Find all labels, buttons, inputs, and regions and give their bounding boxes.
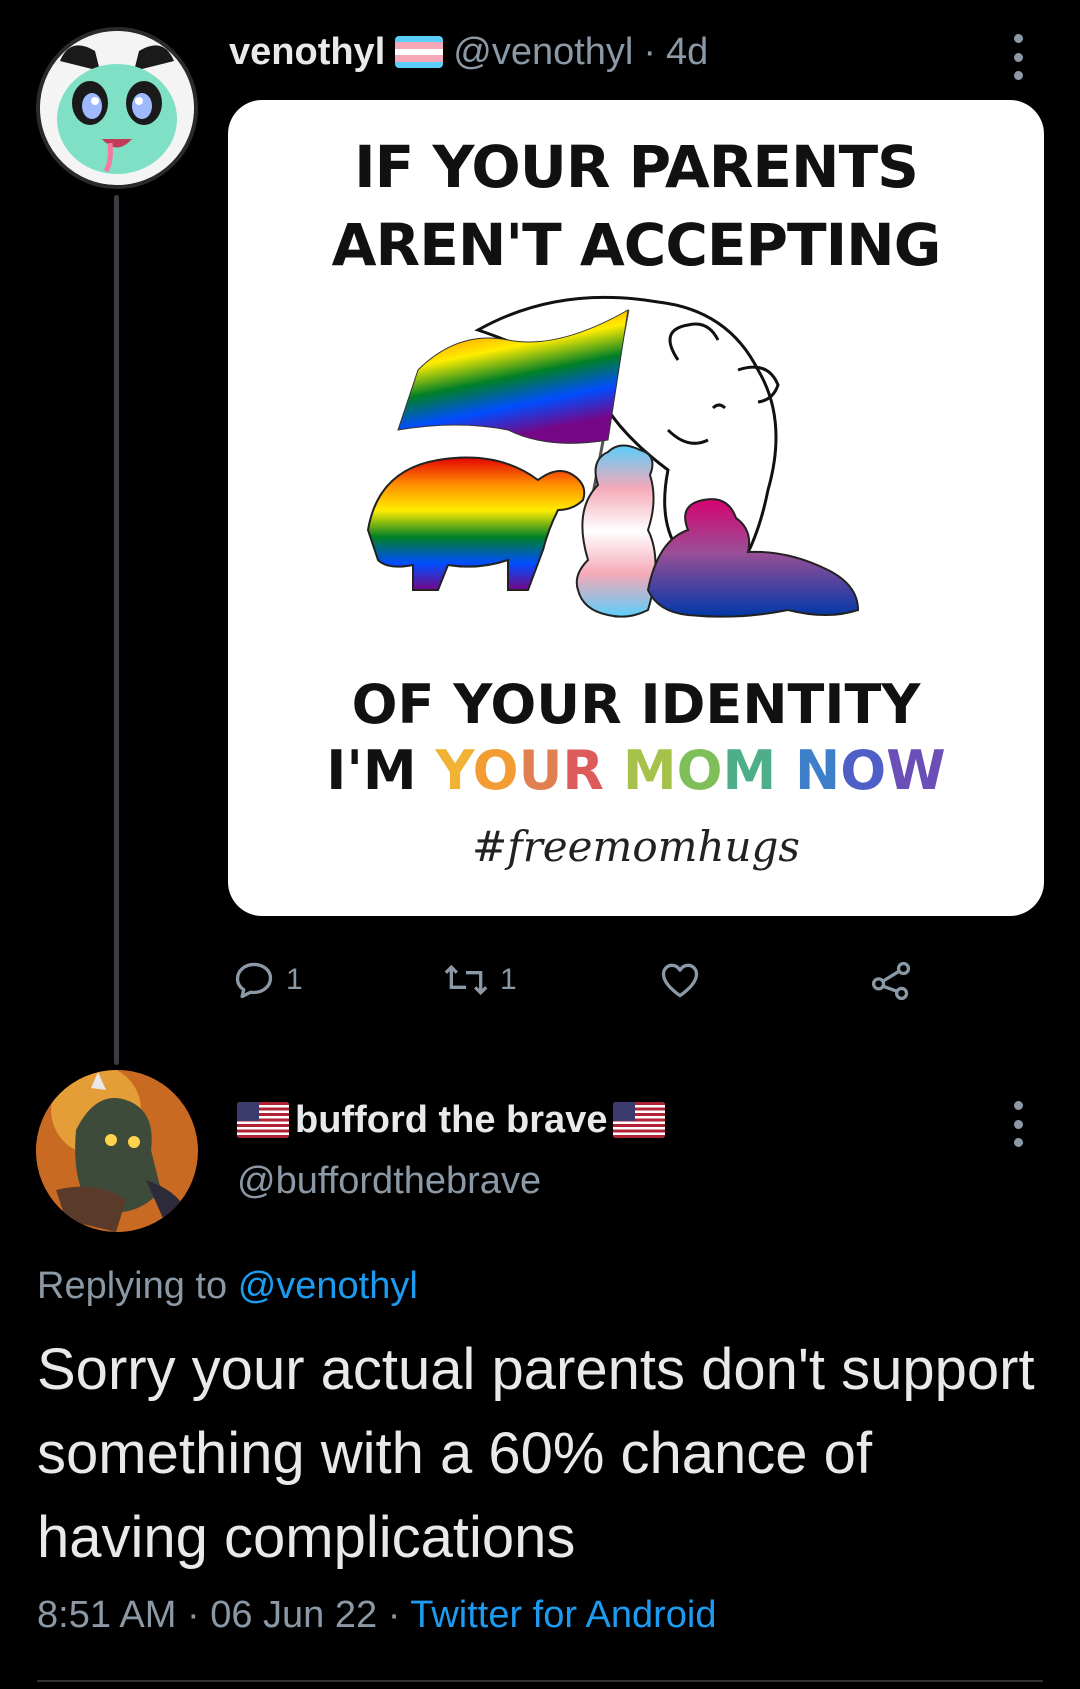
pride-bears-illustration (366, 295, 860, 618)
retweet-button[interactable]: 1 (442, 952, 517, 1008)
rainbow-letter: Y (435, 739, 473, 802)
rainbow-letter: U (518, 739, 563, 802)
tweet-text: Sorry your actual parents don't support … (37, 1337, 1035, 1570)
meme-caption-bottom: OF YOUR IDENTITY I'M YOUR MOM NOW (228, 672, 1044, 804)
user-handle[interactable]: @venothyl (453, 31, 633, 74)
divider (37, 1680, 1043, 1682)
meme-line: IF YOUR PARENTS (354, 133, 919, 201)
thread-connector-line (114, 195, 119, 1065)
tweet-age[interactable]: 4d (666, 31, 708, 74)
display-name: bufford the brave (295, 1098, 608, 1141)
meme-rainbow-line: I'M YOUR MOM NOW (228, 738, 1044, 804)
tweet-time[interactable]: 8:51 AM (37, 1594, 176, 1636)
cartoon-avatar-icon (40, 31, 194, 185)
meme-caption-top: IF YOUR PARENTS AREN'T ACCEPTING (228, 128, 1044, 284)
tweet-date[interactable]: 06 Jun 22 (210, 1594, 377, 1636)
tweet-metadata: 8:51 AM · 06 Jun 22 · Twitter for Androi… (37, 1594, 716, 1637)
tweet-action-bar: 1 1 (232, 952, 922, 1008)
more-options-icon[interactable] (1011, 1101, 1025, 1147)
mention-link[interactable]: @venothyl (238, 1265, 418, 1307)
reply-count: 1 (286, 963, 303, 996)
display-name[interactable]: venothyl (229, 31, 385, 74)
rainbow-letter: O (676, 739, 723, 802)
rainbow-letter: M (722, 739, 796, 802)
us-flag-icon (613, 1102, 666, 1138)
share-button[interactable] (868, 952, 916, 1008)
tweet-source-link[interactable]: Twitter for Android (410, 1594, 716, 1636)
heart-icon (661, 963, 699, 998)
share-icon (871, 961, 911, 1001)
us-flag-icon (237, 1102, 289, 1138)
rainbow-letter: W (886, 739, 946, 802)
tweet-media-image[interactable]: IF YOUR PARENTS AREN'T ACCEPTING OF YOUR… (228, 100, 1044, 916)
armored-character-avatar-icon (36, 1070, 198, 1232)
retweet-icon (444, 964, 488, 996)
avatar[interactable] (36, 27, 198, 189)
rainbow-letter: R (562, 739, 623, 802)
replying-to-line: Replying to @venothyl (37, 1265, 418, 1308)
reply-button[interactable]: 1 (232, 952, 303, 1008)
transgender-flag-icon (395, 36, 444, 68)
rainbow-letter: O (472, 739, 519, 802)
replying-prefix: Replying to (37, 1265, 228, 1307)
separator-dot: · (186, 1594, 200, 1636)
meme-line: AREN'T ACCEPTING (331, 211, 942, 279)
reply-author-name[interactable]: bufford the brave (237, 1095, 666, 1145)
like-button[interactable] (657, 952, 703, 1008)
separator-dot: · (643, 30, 657, 73)
more-options-icon[interactable] (1011, 34, 1025, 80)
meme-hashtag: #freemomhugs (471, 822, 800, 871)
tweet-header: venothyl @venothyl · 4d (229, 28, 708, 76)
separator-dot: · (387, 1594, 401, 1636)
meme-line: OF YOUR IDENTITY (351, 673, 921, 736)
rainbow-letter: N (795, 739, 841, 802)
rainbow-letter: M (622, 739, 677, 802)
retweet-count: 1 (500, 963, 517, 996)
rainbow-letter: O (840, 739, 887, 802)
rainbow-word: I'M (326, 739, 436, 802)
reply-icon (235, 962, 273, 999)
user-handle[interactable]: @buffordthebrave (237, 1160, 541, 1203)
avatar[interactable] (36, 1070, 198, 1232)
